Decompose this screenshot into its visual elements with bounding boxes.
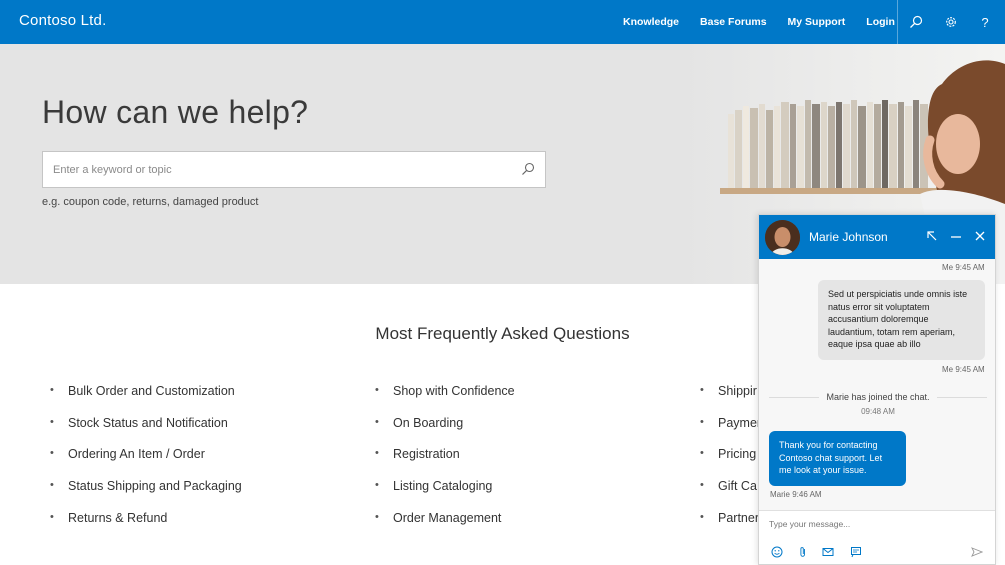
agent-message: Thank you for contacting Contoso chat su… bbox=[769, 431, 906, 486]
hero-title: How can we help? bbox=[42, 94, 309, 130]
faq-link[interactable]: Ordering An Item / Order bbox=[50, 447, 242, 479]
faq-link[interactable]: Shop with Confidence bbox=[375, 384, 515, 416]
faq-link[interactable]: Pricing bbox=[700, 447, 761, 479]
message-meta: Me 9:45 AM bbox=[942, 263, 985, 272]
send-icon[interactable] bbox=[971, 545, 985, 559]
attach-icon[interactable] bbox=[797, 545, 811, 559]
faq-link[interactable]: Status Shipping and Packaging bbox=[50, 479, 242, 511]
faq-link[interactable]: Listing Cataloging bbox=[375, 479, 515, 511]
faq-column-3: Shippir Paymer Pricing Gift Ca Partner bbox=[700, 384, 761, 542]
faq-link[interactable]: Registration bbox=[375, 447, 515, 479]
help-icon[interactable]: ? bbox=[976, 13, 994, 31]
faq-link[interactable]: Partner bbox=[700, 511, 761, 543]
nav-base-forums[interactable]: Base Forums bbox=[700, 16, 767, 28]
nav-knowledge[interactable]: Knowledge bbox=[623, 16, 679, 28]
faq-link[interactable]: Stock Status and Notification bbox=[50, 416, 242, 448]
faq-link[interactable]: Shippir bbox=[700, 384, 761, 416]
minimize-icon[interactable] bbox=[949, 229, 965, 245]
faq-link[interactable]: Gift Ca bbox=[700, 479, 761, 511]
search-button[interactable] bbox=[521, 162, 537, 178]
top-nav-bar: Contoso Ltd. Knowledge Base Forums My Su… bbox=[0, 0, 1005, 44]
gear-icon[interactable] bbox=[942, 13, 960, 31]
brand-logo[interactable]: Contoso Ltd. bbox=[19, 12, 106, 29]
chat-widget: Marie Johnson Me 9:45 AM Sed ut perspici… bbox=[758, 214, 996, 565]
avatar bbox=[765, 220, 800, 255]
nav-login[interactable]: Login bbox=[866, 16, 895, 28]
faq-column-2: Shop with Confidence On Boarding Registr… bbox=[375, 384, 515, 542]
faq-link[interactable]: Returns & Refund bbox=[50, 511, 242, 543]
popout-icon[interactable] bbox=[925, 229, 941, 245]
email-icon[interactable] bbox=[822, 545, 836, 559]
faq-link[interactable]: Order Management bbox=[375, 511, 515, 543]
nav-divider bbox=[897, 0, 898, 44]
system-message: Marie has joined the chat. bbox=[826, 392, 930, 402]
chat-transcript: Me 9:45 AM Sed ut perspiciatis unde omni… bbox=[759, 259, 995, 511]
chat-header: Marie Johnson bbox=[759, 215, 995, 259]
my-message: Sed ut perspiciatis unde omnis iste natu… bbox=[818, 280, 985, 360]
search-input[interactable] bbox=[43, 152, 513, 187]
faq-link[interactable]: Paymer bbox=[700, 416, 761, 448]
faq-column-1: Bulk Order and Customization Stock Statu… bbox=[50, 384, 242, 542]
message-meta: Marie 9:46 AM bbox=[770, 490, 822, 499]
transcript-icon[interactable] bbox=[850, 545, 864, 559]
chat-message-input[interactable] bbox=[769, 515, 984, 533]
nav-my-support[interactable]: My Support bbox=[788, 16, 846, 28]
main-nav: Knowledge Base Forums My Support Login bbox=[623, 0, 916, 44]
search-box bbox=[42, 151, 546, 188]
close-icon[interactable] bbox=[973, 229, 989, 245]
message-meta: Me 9:45 AM bbox=[942, 365, 985, 374]
faq-link[interactable]: Bulk Order and Customization bbox=[50, 384, 242, 416]
search-hint: e.g. coupon code, returns, damaged produ… bbox=[42, 196, 259, 208]
system-time: 09:48 AM bbox=[861, 407, 895, 416]
faq-link[interactable]: On Boarding bbox=[375, 416, 515, 448]
chat-agent-name: Marie Johnson bbox=[809, 230, 888, 244]
search-icon[interactable] bbox=[907, 13, 925, 31]
emoji-icon[interactable] bbox=[771, 545, 785, 559]
